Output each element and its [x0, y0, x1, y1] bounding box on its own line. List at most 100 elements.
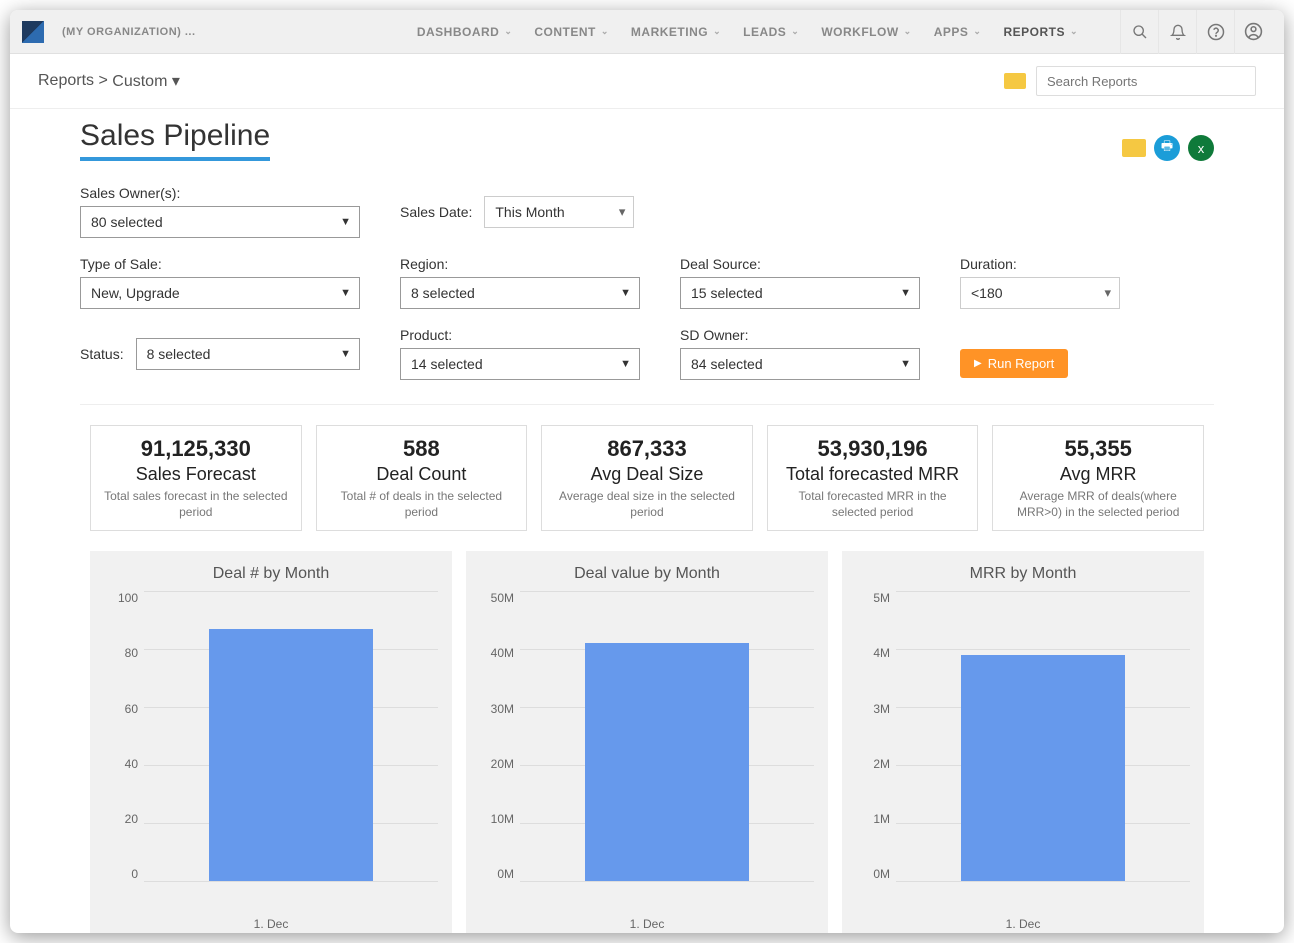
- kpi-row: 91,125,330 Sales Forecast Total sales fo…: [10, 405, 1284, 551]
- product-select[interactable]: 14 selected: [400, 348, 640, 380]
- chart-x-label: 1. Dec: [856, 917, 1190, 931]
- kpi-avg-mrr: 55,355 Avg MRR Average MRR of deals(wher…: [992, 425, 1204, 531]
- bell-icon[interactable]: [1158, 10, 1196, 54]
- filter-label: Status:: [80, 346, 124, 362]
- chevron-down-icon: ⌄: [601, 26, 609, 37]
- chart-2: MRR by Month 5M4M3M2M1M0M 1. Dec: [842, 551, 1204, 933]
- kpi-subtitle: Total forecasted MRR in the selected per…: [780, 489, 966, 520]
- filter-label: Duration:: [960, 256, 1160, 272]
- breadcrumb-current[interactable]: Custom ▾: [112, 71, 180, 91]
- chevron-down-icon: ⌄: [791, 26, 799, 37]
- chart-title: Deal # by Month: [104, 565, 438, 583]
- chart-0: Deal # by Month 100806040200 1. Dec: [90, 551, 452, 933]
- region-select[interactable]: 8 selected: [400, 277, 640, 309]
- nav-menu: DASHBOARD⌄ CONTENT⌄ MARKETING⌄ LEADS⌄ WO…: [417, 10, 1272, 54]
- save-folder-icon[interactable]: [1122, 139, 1146, 157]
- kpi-title: Sales Forecast: [103, 464, 289, 485]
- filter-sales-owners: Sales Owner(s): 80 selected: [80, 185, 360, 238]
- user-icon[interactable]: [1234, 10, 1272, 54]
- filter-label: Product:: [400, 327, 640, 343]
- kpi-deal-count: 588 Deal Count Total # of deals in the s…: [316, 425, 528, 531]
- nav-marketing[interactable]: MARKETING⌄: [631, 25, 721, 39]
- chart-plot-area: [144, 591, 438, 881]
- chart-y-axis: 100806040200: [104, 591, 144, 881]
- filter-product: Product: 14 selected: [400, 327, 640, 380]
- app-logo-icon: [22, 21, 44, 43]
- nav-dashboard[interactable]: DASHBOARD⌄: [417, 25, 513, 39]
- filter-type-of-sale: Type of Sale: New, Upgrade: [80, 256, 360, 309]
- chart-bar: [961, 655, 1126, 881]
- filter-duration: Duration: <180: [960, 256, 1160, 309]
- breadcrumb-sep: >: [98, 72, 107, 90]
- chart-x-label: 1. Dec: [480, 917, 814, 931]
- folder-icon[interactable]: [1004, 73, 1026, 89]
- filter-label: Sales Date:: [400, 204, 472, 220]
- chart-bar: [585, 643, 750, 881]
- chart-title: Deal value by Month: [480, 565, 814, 583]
- search-input[interactable]: [1036, 66, 1256, 96]
- export-excel-icon[interactable]: x: [1188, 135, 1214, 161]
- filter-label: Deal Source:: [680, 256, 920, 272]
- org-selector[interactable]: (MY ORGANIZATION) ...: [62, 26, 196, 38]
- filter-region: Region: 8 selected: [400, 256, 640, 309]
- sales-date-select[interactable]: This Month: [484, 196, 634, 228]
- breadcrumb: Reports > Custom ▾: [10, 54, 1284, 109]
- chart-y-axis: 5M4M3M2M1M0M: [856, 591, 896, 881]
- filters: Sales Owner(s): 80 selected Sales Date: …: [10, 161, 1284, 404]
- kpi-total-mrr: 53,930,196 Total forecasted MRR Total fo…: [767, 425, 979, 531]
- chart-y-axis: 50M40M30M20M10M0M: [480, 591, 520, 881]
- top-navbar: (MY ORGANIZATION) ... DASHBOARD⌄ CONTENT…: [10, 10, 1284, 54]
- breadcrumb-root[interactable]: Reports: [38, 72, 94, 90]
- kpi-subtitle: Total sales forecast in the selected per…: [103, 489, 289, 520]
- deal-source-select[interactable]: 15 selected: [680, 277, 920, 309]
- kpi-value: 867,333: [554, 436, 740, 462]
- chevron-down-icon: ⌄: [504, 26, 512, 37]
- page-title: Sales Pipeline: [80, 119, 270, 161]
- sales-owners-select[interactable]: 80 selected: [80, 206, 360, 238]
- filter-label: Type of Sale:: [80, 256, 360, 272]
- chart-title: MRR by Month: [856, 565, 1190, 583]
- title-row: Sales Pipeline 🖶 x: [10, 109, 1284, 161]
- chart-plot-area: [520, 591, 814, 881]
- chevron-down-icon: ⌄: [713, 26, 721, 37]
- kpi-sales-forecast: 91,125,330 Sales Forecast Total sales fo…: [90, 425, 302, 531]
- help-icon[interactable]: [1196, 10, 1234, 54]
- filter-label: Region:: [400, 256, 640, 272]
- kpi-title: Deal Count: [329, 464, 515, 485]
- nav-apps[interactable]: APPS⌄: [934, 25, 982, 39]
- nav-content[interactable]: CONTENT⌄: [534, 25, 609, 39]
- filter-label: SD Owner:: [680, 327, 920, 343]
- kpi-title: Avg Deal Size: [554, 464, 740, 485]
- kpi-value: 53,930,196: [780, 436, 966, 462]
- charts-row: Deal # by Month 100806040200 1. Dec Deal…: [10, 551, 1284, 933]
- kpi-value: 55,355: [1005, 436, 1191, 462]
- nav-leads[interactable]: LEADS⌄: [743, 25, 799, 39]
- chart-bar: [209, 629, 374, 881]
- run-report-button[interactable]: Run Report: [960, 349, 1068, 378]
- kpi-title: Avg MRR: [1005, 464, 1191, 485]
- filter-label: Sales Owner(s):: [80, 185, 360, 201]
- kpi-title: Total forecasted MRR: [780, 464, 966, 485]
- search-icon[interactable]: [1120, 10, 1158, 54]
- status-select[interactable]: 8 selected: [136, 338, 360, 370]
- kpi-subtitle: Total # of deals in the selected period: [329, 489, 515, 520]
- filter-deal-source: Deal Source: 15 selected: [680, 256, 920, 309]
- chevron-down-icon: ⌄: [1070, 26, 1078, 37]
- nav-workflow[interactable]: WORKFLOW⌄: [821, 25, 911, 39]
- chart-plot-area: [896, 591, 1190, 881]
- chart-x-label: 1. Dec: [104, 917, 438, 931]
- filter-status: Status: 8 selected: [80, 327, 360, 380]
- print-icon[interactable]: 🖶: [1154, 135, 1180, 161]
- kpi-subtitle: Average MRR of deals(where MRR>0) in the…: [1005, 489, 1191, 520]
- type-of-sale-select[interactable]: New, Upgrade: [80, 277, 360, 309]
- sd-owner-select[interactable]: 84 selected: [680, 348, 920, 380]
- duration-select[interactable]: <180: [960, 277, 1120, 309]
- filter-sales-date: Sales Date: This Month: [400, 185, 1160, 238]
- chart-1: Deal value by Month 50M40M30M20M10M0M 1.…: [466, 551, 828, 933]
- nav-reports[interactable]: REPORTS⌄: [1003, 25, 1078, 39]
- chevron-down-icon: ⌄: [904, 26, 912, 37]
- kpi-value: 588: [329, 436, 515, 462]
- kpi-subtitle: Average deal size in the selected period: [554, 489, 740, 520]
- kpi-avg-deal-size: 867,333 Avg Deal Size Average deal size …: [541, 425, 753, 531]
- filter-sd-owner: SD Owner: 84 selected: [680, 327, 920, 380]
